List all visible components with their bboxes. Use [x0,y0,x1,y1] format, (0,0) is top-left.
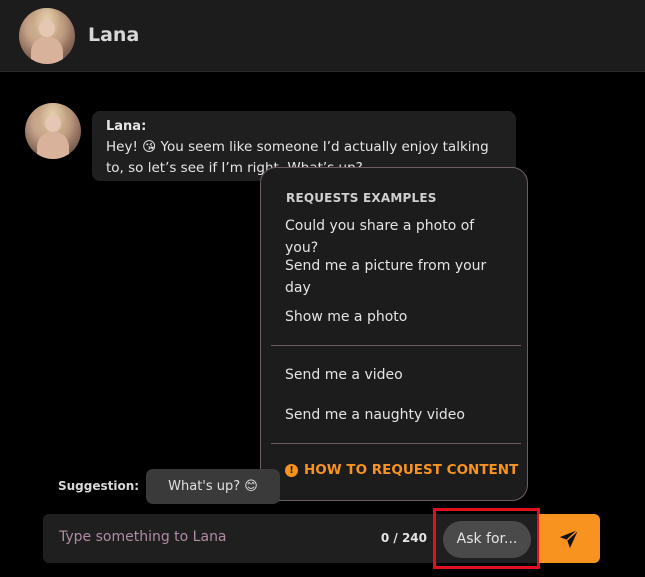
send-button[interactable] [539,514,600,563]
header-avatar[interactable] [19,8,75,64]
chat-app: Lana Lana: Hey! 😘 You seem like someone … [0,0,645,577]
request-item[interactable]: Send me a naughty video [285,404,505,426]
message-input[interactable]: Type something to Lana 0 / 240 [43,514,435,563]
chat-header: Lana [0,0,645,72]
suggestion-chip[interactable]: What's up? 😊 [146,469,280,504]
menu-divider [271,443,521,444]
ask-for-highlight-box [433,508,540,569]
request-item[interactable]: Send me a picture from your day [285,255,505,299]
suggestion-label: Suggestion: [58,479,140,493]
menu-divider [271,345,521,346]
request-item[interactable]: Send me a video [285,364,505,386]
contact-name: Lana [88,24,140,46]
info-icon: ! [285,463,298,477]
message-avatar [25,103,81,159]
requests-menu: REQUESTS EXAMPLES Could you share a phot… [260,167,528,501]
message-sender: Lana: [106,119,147,134]
char-counter: 0 / 240 [380,531,427,545]
request-item[interactable]: Could you share a photo of you? [285,215,505,259]
how-to-request-link[interactable]: ! HOW TO REQUEST CONTENT [285,462,518,478]
requests-title: REQUESTS EXAMPLES [286,191,437,205]
paper-plane-icon [559,529,579,549]
how-to-request-label: HOW TO REQUEST CONTENT [304,462,519,478]
input-placeholder: Type something to Lana [59,529,227,545]
request-item[interactable]: Show me a photo [285,306,505,328]
